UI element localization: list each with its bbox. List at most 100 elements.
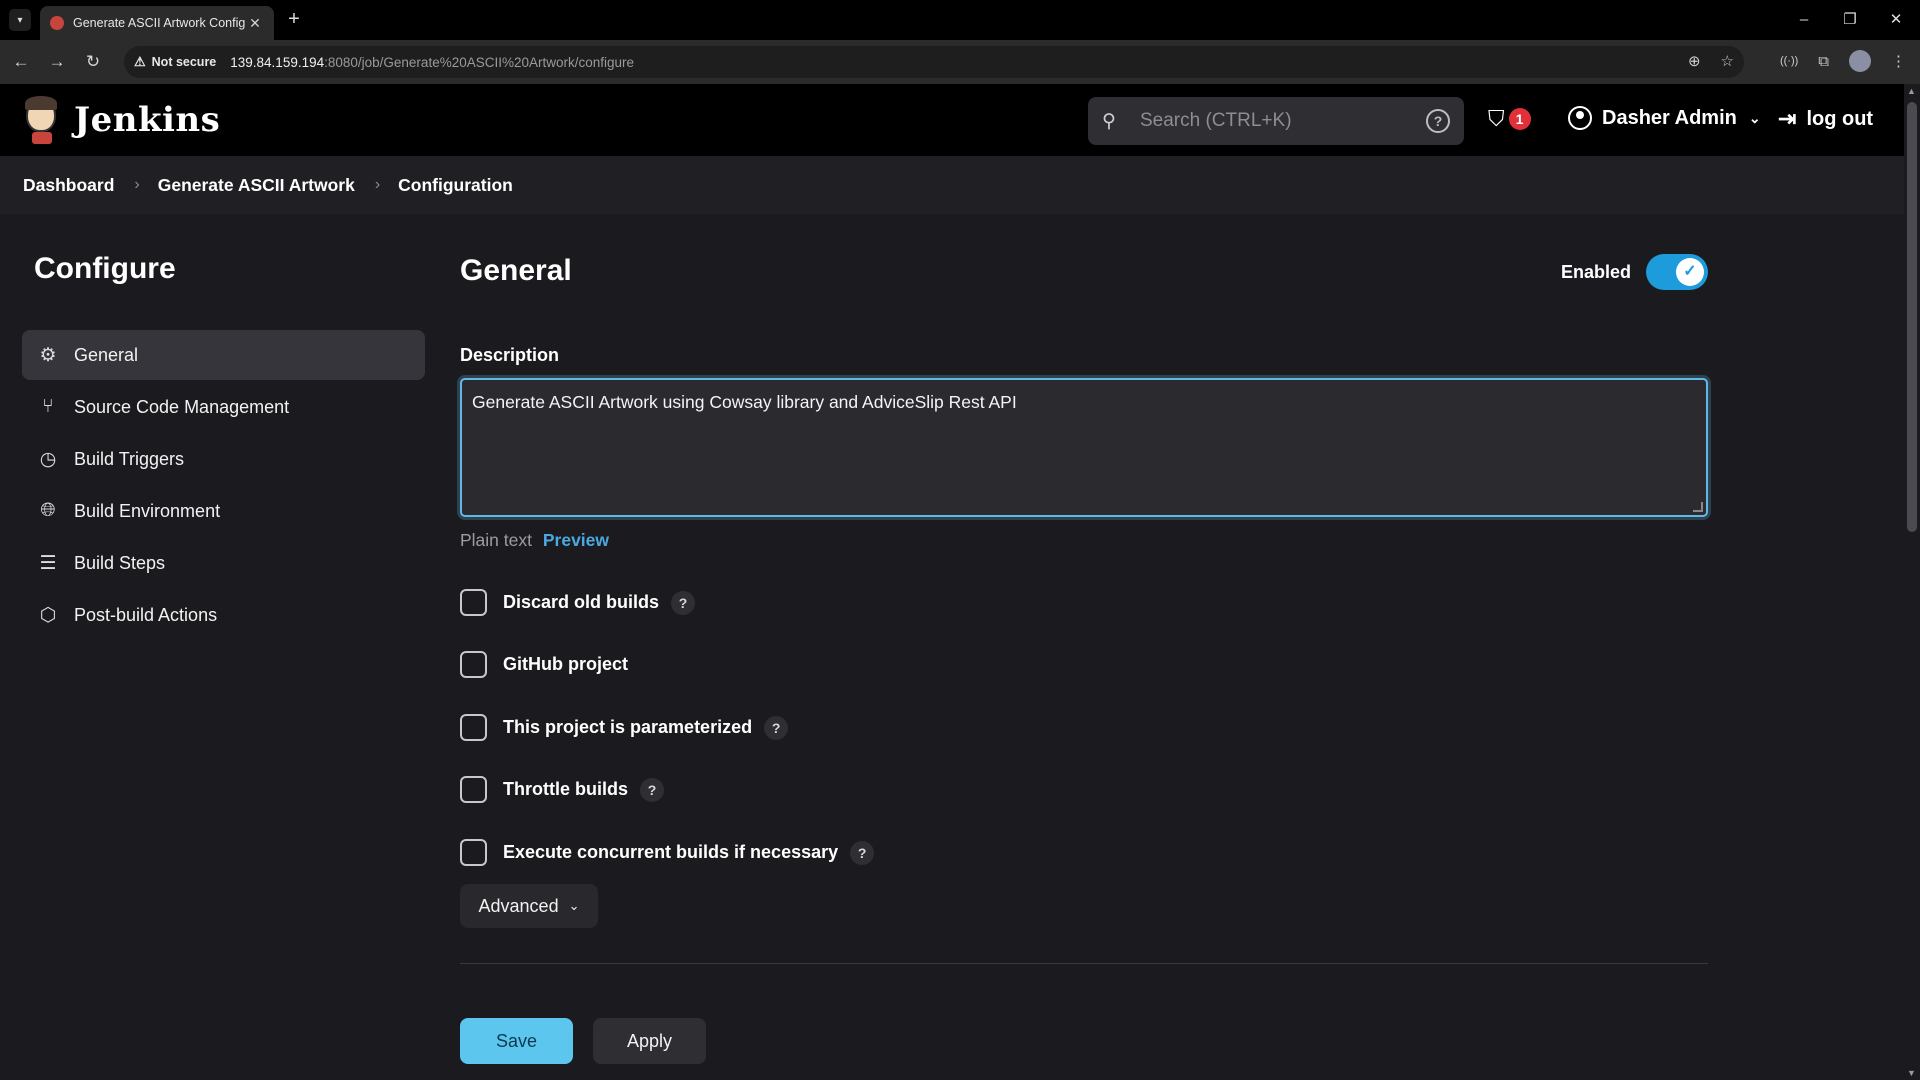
- sidebar-item-label: General: [74, 344, 139, 365]
- help-icon[interactable]: ?: [764, 715, 789, 740]
- address-bar[interactable]: ⚠ Not secure 139.84.159.194:8080/job/Gen…: [124, 46, 1744, 78]
- shield-icon: ⛉: [1488, 106, 1505, 131]
- logout-icon: ⇥: [1778, 106, 1797, 131]
- concurrent-builds-checkbox[interactable]: [460, 839, 487, 866]
- divider: [460, 963, 1708, 964]
- chevron-down-icon: ⌄: [568, 898, 580, 913]
- github-project-checkbox[interactable]: [460, 651, 487, 678]
- jenkins-header: Jenkins ⚲ Search (CTRL+K) ? ⛉ 1 Dasher A…: [0, 84, 1904, 156]
- branch-icon: ⑂: [42, 396, 54, 417]
- search-input[interactable]: Search (CTRL+K): [1140, 110, 1426, 132]
- sidebar-item-label: Post-build Actions: [74, 604, 218, 625]
- parameterized-checkbox[interactable]: [460, 714, 487, 741]
- help-icon[interactable]: ?: [1426, 109, 1450, 133]
- tab-search-button[interactable]: ▾: [9, 9, 31, 31]
- option-label[interactable]: This project is parameterized: [503, 717, 752, 738]
- user-menu[interactable]: Dasher Admin ⌄: [1568, 106, 1761, 130]
- option-label[interactable]: Throttle builds: [503, 779, 628, 800]
- sidebar-item-build-environment[interactable]: 🌐︎ Build Environment: [22, 486, 425, 536]
- gear-icon: ⚙: [39, 344, 57, 366]
- cube-icon: ⬡: [39, 604, 57, 626]
- sidebar-item-source-code-management[interactable]: ⑂ Source Code Management: [22, 382, 425, 432]
- chevron-right-icon: ›: [374, 176, 381, 193]
- enabled-toggle[interactable]: ✓: [1646, 254, 1708, 290]
- chevron-right-icon: ›: [134, 176, 140, 193]
- preview-link[interactable]: Preview: [543, 530, 609, 550]
- option-discard-old-builds: Discard old builds ?: [460, 589, 696, 616]
- close-icon[interactable]: ✕: [246, 15, 264, 32]
- jenkins-butler-icon: [22, 96, 62, 144]
- help-icon[interactable]: ?: [671, 590, 696, 615]
- browser-toolbar: ← → ↻ ⚠ Not secure 139.84.159.194:8080/j…: [0, 40, 1920, 84]
- resize-handle[interactable]: [1693, 502, 1703, 512]
- option-label[interactable]: Execute concurrent builds if necessary: [503, 842, 838, 863]
- scroll-up-icon[interactable]: ▲: [1907, 86, 1916, 96]
- sidebar-item-label: Build Environment: [74, 500, 221, 521]
- option-label[interactable]: Discard old builds: [503, 592, 659, 613]
- help-icon[interactable]: ?: [850, 840, 875, 865]
- scrollbar-thumb[interactable]: [1907, 102, 1917, 532]
- minimize-icon[interactable]: –: [1792, 8, 1816, 32]
- advanced-button[interactable]: Advanced ⌄: [460, 884, 598, 928]
- option-parameterized: This project is parameterized ?: [460, 714, 789, 741]
- option-concurrent-builds: Execute concurrent builds if necessary ?: [460, 839, 875, 866]
- window-close-icon[interactable]: ✕: [1884, 8, 1908, 32]
- breadcrumb-dashboard[interactable]: Dashboard: [23, 175, 114, 196]
- chevron-down-icon: ⌄: [1748, 109, 1761, 126]
- user-name: Dasher Admin: [1602, 106, 1737, 129]
- restore-icon[interactable]: ❐: [1838, 8, 1862, 32]
- sidebar-item-label: Build Steps: [74, 552, 166, 573]
- search-icon: ⚲: [1102, 110, 1116, 132]
- save-button[interactable]: Save: [460, 1018, 573, 1064]
- zoom-icon[interactable]: ⊕: [1688, 52, 1701, 70]
- new-tab-button[interactable]: +: [282, 8, 306, 32]
- logo-text: Jenkins: [74, 100, 221, 140]
- sidebar-item-label: Build Triggers: [74, 448, 185, 469]
- logout-link[interactable]: ⇥ log out: [1778, 106, 1873, 132]
- browser-menu-icon[interactable]: ⋮: [1891, 52, 1906, 70]
- help-icon[interactable]: ?: [640, 777, 664, 802]
- breadcrumb-configuration[interactable]: Configuration: [398, 175, 513, 196]
- forward-icon[interactable]: →: [45, 50, 69, 74]
- plain-text-label: Plain text: [460, 530, 532, 550]
- breadcrumb: Dashboard › Generate ASCII Artwork › Con…: [0, 156, 1904, 214]
- option-github-project: GitHub project: [460, 651, 628, 678]
- enabled-label: Enabled: [1561, 262, 1632, 282]
- scroll-down-icon[interactable]: ▼: [1907, 1068, 1916, 1078]
- page-scrollbar[interactable]: ▲ ▼: [1904, 84, 1920, 1080]
- bookmark-star-icon[interactable]: ☆: [1721, 52, 1734, 70]
- description-textarea[interactable]: Generate ASCII Artwork using Cowsay libr…: [460, 378, 1708, 517]
- browser-tab[interactable]: Generate ASCII Artwork Config ✕: [40, 6, 274, 40]
- notification-badge: 1: [1508, 108, 1531, 130]
- browser-tabstrip: ▾ Generate ASCII Artwork Config ✕ + – ❐ …: [0, 0, 1920, 40]
- discard-old-builds-checkbox[interactable]: [460, 589, 487, 616]
- extensions-icon[interactable]: ⧉: [1818, 53, 1829, 70]
- breadcrumb-job[interactable]: Generate ASCII Artwork: [158, 175, 355, 196]
- check-icon: ✓: [1676, 258, 1704, 286]
- sidebar-item-build-triggers[interactable]: ◷ Build Triggers: [22, 434, 425, 484]
- not-secure-label: Not secure: [151, 55, 217, 69]
- search-box[interactable]: ⚲ Search (CTRL+K) ?: [1088, 97, 1464, 145]
- security-indicator[interactable]: ⚠ Not secure: [134, 54, 216, 70]
- description-label: Description: [460, 345, 560, 365]
- sidebar-item-label: Source Code Management: [74, 396, 290, 417]
- sidebar-item-build-steps[interactable]: ☰ Build Steps: [22, 538, 425, 588]
- option-label[interactable]: GitHub project: [503, 654, 628, 675]
- profile-avatar[interactable]: [1849, 50, 1871, 72]
- throttle-builds-checkbox[interactable]: [460, 776, 487, 803]
- chevron-down-icon: ▾: [17, 14, 23, 26]
- list-icon: ☰: [39, 552, 57, 574]
- apply-button[interactable]: Apply: [593, 1018, 706, 1064]
- user-icon: [1568, 106, 1592, 130]
- section-title: General: [460, 254, 572, 287]
- security-monitor[interactable]: ⛉ 1: [1488, 106, 1531, 132]
- reload-icon[interactable]: ↻: [81, 50, 105, 74]
- description-format: Plain text Preview: [460, 530, 609, 551]
- jenkins-logo[interactable]: Jenkins: [22, 96, 220, 144]
- sidebar-item-general[interactable]: ⚙ General: [22, 330, 425, 380]
- back-icon[interactable]: ←: [9, 50, 33, 74]
- clock-icon: ◷: [39, 448, 57, 470]
- sidebar-item-post-build-actions[interactable]: ⬡ Post-build Actions: [22, 590, 425, 640]
- cast-icon[interactable]: ((·)): [1780, 55, 1798, 67]
- extension-area: ((·)) ⧉ ⋮: [1780, 50, 1906, 72]
